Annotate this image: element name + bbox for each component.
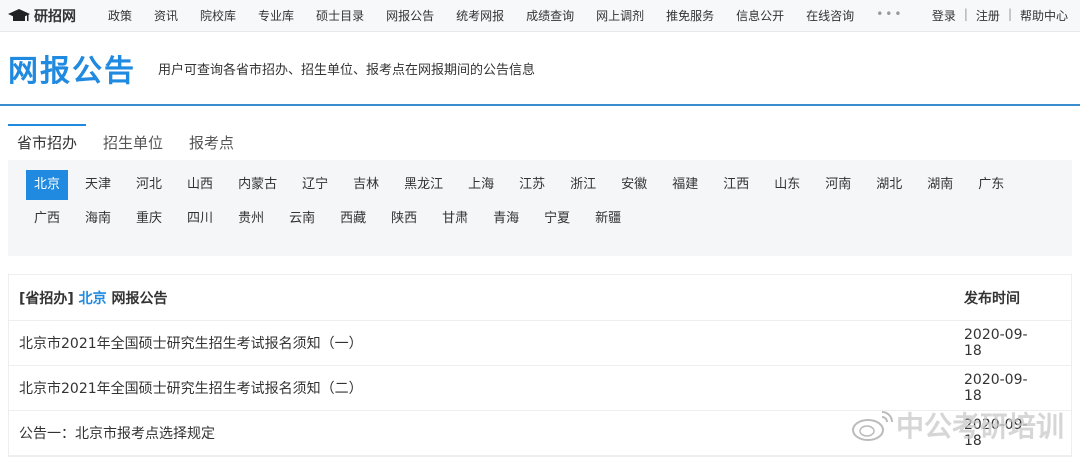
announcement-link[interactable]: 北京市2021年全国硕士研究生招生考试报名须知（一） — [19, 333, 964, 353]
region-12[interactable]: 福建 — [664, 170, 706, 200]
region-23[interactable]: 贵州 — [230, 204, 272, 234]
region-18[interactable]: 广东 — [970, 170, 1012, 200]
region-7[interactable]: 黑龙江 — [396, 170, 451, 200]
region-26[interactable]: 陕西 — [383, 204, 425, 234]
site-logo[interactable]: 研招网 — [8, 6, 108, 26]
region-1[interactable]: 天津 — [77, 170, 119, 200]
region-15[interactable]: 河南 — [817, 170, 859, 200]
table-row[interactable]: 北京市2021年全国硕士研究生招生考试报名须知（一） 2020-09-18 — [9, 321, 1071, 366]
more-icon[interactable]: ••• — [876, 7, 903, 24]
region-27[interactable]: 甘肃 — [434, 204, 476, 234]
title-region: 北京 — [78, 290, 107, 307]
nav-scores[interactable]: 成绩查询 — [526, 7, 574, 24]
title-prefix: [省招办] — [19, 290, 74, 307]
nav-policy[interactable]: 政策 — [108, 7, 132, 24]
region-4[interactable]: 内蒙古 — [230, 170, 285, 200]
publish-date: 2020-09-18 — [964, 372, 1028, 404]
nav-consult[interactable]: 在线咨询 — [806, 7, 854, 24]
region-14[interactable]: 山东 — [766, 170, 808, 200]
region-22[interactable]: 四川 — [179, 204, 221, 234]
region-13[interactable]: 江西 — [715, 170, 757, 200]
tab-provincial-office[interactable]: 省市招办 — [8, 124, 87, 160]
page-title: 网报公告 — [8, 54, 136, 89]
watermark: 中公考研培训 — [850, 405, 1064, 445]
region-6[interactable]: 吉林 — [345, 170, 387, 200]
auth-links: 登录 | 注册 | 帮助中心 — [932, 7, 1068, 24]
region-11[interactable]: 安徽 — [613, 170, 655, 200]
region-25[interactable]: 西藏 — [332, 204, 374, 234]
logo-text: 研招网 — [34, 8, 76, 25]
date-header: 发布时间 — [964, 290, 1020, 307]
nav-adjustment[interactable]: 网上调剂 — [596, 7, 644, 24]
region-10[interactable]: 浙江 — [562, 170, 604, 200]
nav-registration[interactable]: 统考网报 — [456, 7, 504, 24]
separator: | — [963, 7, 968, 21]
region-28[interactable]: 青海 — [485, 204, 527, 234]
region-3[interactable]: 山西 — [179, 170, 221, 200]
region-24[interactable]: 云南 — [281, 204, 323, 234]
region-2[interactable]: 河北 — [128, 170, 170, 200]
separator: | — [1007, 7, 1012, 21]
announcement-link[interactable]: 北京市2021年全国硕士研究生招生考试报名须知（二） — [19, 378, 964, 398]
tab-bar: 省市招办 招生单位 报考点 — [8, 124, 1080, 160]
login-link[interactable]: 登录 — [932, 7, 956, 24]
region-19[interactable]: 广西 — [26, 204, 68, 234]
nav-disclosure[interactable]: 信息公开 — [736, 7, 784, 24]
nav-announcements[interactable]: 网报公告 — [386, 7, 434, 24]
region-20[interactable]: 海南 — [77, 204, 119, 234]
table-title: [省招办] 北京 网报公告 — [19, 288, 964, 308]
region-0[interactable]: 北京 — [26, 170, 69, 200]
nav-catalog[interactable]: 硕士目录 — [316, 7, 364, 24]
region-8[interactable]: 上海 — [460, 170, 502, 200]
region-29[interactable]: 宁夏 — [536, 204, 578, 234]
nav-majors[interactable]: 专业库 — [258, 7, 294, 24]
title-suffix: 网报公告 — [111, 290, 168, 307]
region-16[interactable]: 湖北 — [868, 170, 910, 200]
top-navbar: 研招网 政策 资讯 院校库 专业库 硕士目录 网报公告 统考网报 成绩查询 网上… — [0, 0, 1080, 32]
main-nav: 政策 资讯 院校库 专业库 硕士目录 网报公告 统考网报 成绩查询 网上调剂 推… — [108, 7, 925, 24]
region-5[interactable]: 辽宁 — [294, 170, 336, 200]
graduation-cap-icon — [8, 8, 30, 21]
announcement-link[interactable]: 公告一：北京市报考点选择规定 — [19, 423, 964, 443]
tab-institutions[interactable]: 招生单位 — [94, 124, 172, 160]
region-21[interactable]: 重庆 — [128, 204, 170, 234]
watermark-text: 中公考研培训 — [896, 410, 1065, 443]
region-17[interactable]: 湖南 — [919, 170, 961, 200]
nav-schools[interactable]: 院校库 — [200, 7, 236, 24]
register-link[interactable]: 注册 — [976, 7, 1000, 24]
region-selector: 北京 天津 河北 山西 内蒙古 辽宁 吉林 黑龙江 上海 江苏 浙江 安徽 福建 江西 山东 河南 湖北 湖南 广东… — [8, 160, 1072, 256]
region-9[interactable]: 江苏 — [511, 170, 553, 200]
tab-exam-sites[interactable]: 报考点 — [180, 124, 243, 160]
publish-date: 2020-09-18 — [964, 327, 1028, 359]
nav-news[interactable]: 资讯 — [154, 7, 178, 24]
table-header: [省招办] 北京 网报公告 发布时间 — [9, 275, 1071, 321]
region-30[interactable]: 新疆 — [587, 204, 629, 234]
weibo-icon — [852, 411, 893, 441]
page-header: 网报公告 用户可查询各省市招办、招生单位、报考点在网报期间的公告信息 — [0, 32, 1080, 106]
nav-recommend[interactable]: 推免服务 — [666, 7, 714, 24]
help-link[interactable]: 帮助中心 — [1020, 7, 1068, 24]
page-subtitle: 用户可查询各省市招办、招生单位、报考点在网报期间的公告信息 — [158, 62, 536, 78]
